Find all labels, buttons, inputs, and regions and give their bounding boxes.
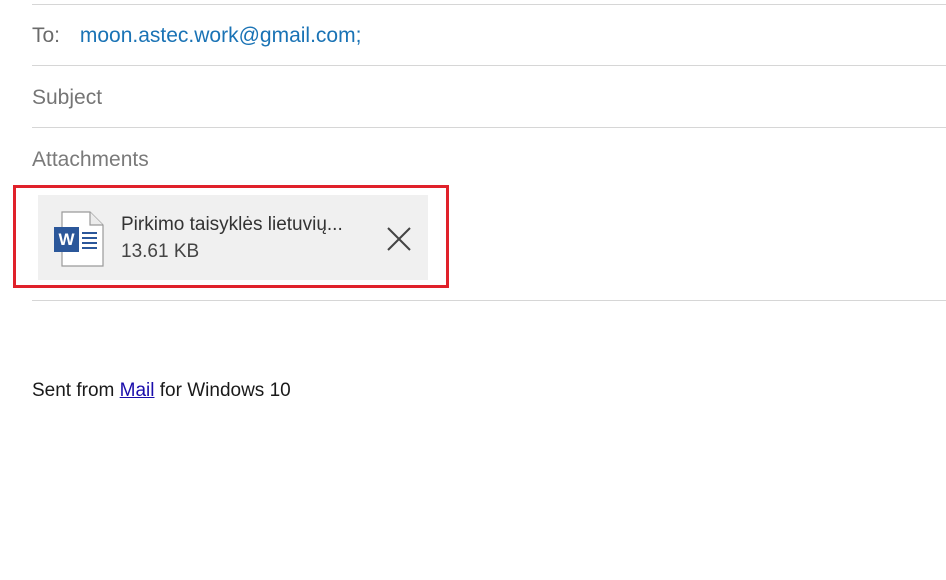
svg-text:W: W	[58, 230, 75, 249]
attachment-item[interactable]: W Pirkimo taisyklės lietuvių... 13.61 KB	[38, 195, 428, 280]
subject-input[interactable]	[32, 84, 912, 112]
to-divider	[32, 65, 946, 66]
remove-attachment-close-icon[interactable]	[382, 222, 416, 256]
attachment-name: Pirkimo taisyklės lietuvių...	[121, 214, 343, 235]
to-label: To:	[32, 24, 61, 47]
top-divider	[32, 4, 946, 5]
to-row[interactable]: To: moon.astec.work@gmail.com;	[32, 22, 361, 50]
signature-suffix: for Windows 10	[154, 380, 291, 401]
email-compose: To: moon.astec.work@gmail.com; Attachmen…	[0, 0, 946, 580]
attachments-divider	[32, 300, 946, 301]
word-document-icon: W	[54, 211, 104, 267]
attachments-label: Attachments	[32, 148, 149, 171]
signature-prefix: Sent from	[32, 380, 120, 401]
email-signature: Sent from Mail for Windows 10	[32, 378, 291, 404]
attachment-size: 13.61 KB	[121, 241, 200, 262]
subject-divider	[32, 127, 946, 128]
mail-app-link[interactable]: Mail	[120, 380, 155, 401]
recipient-address[interactable]: moon.astec.work@gmail.com;	[80, 24, 362, 47]
